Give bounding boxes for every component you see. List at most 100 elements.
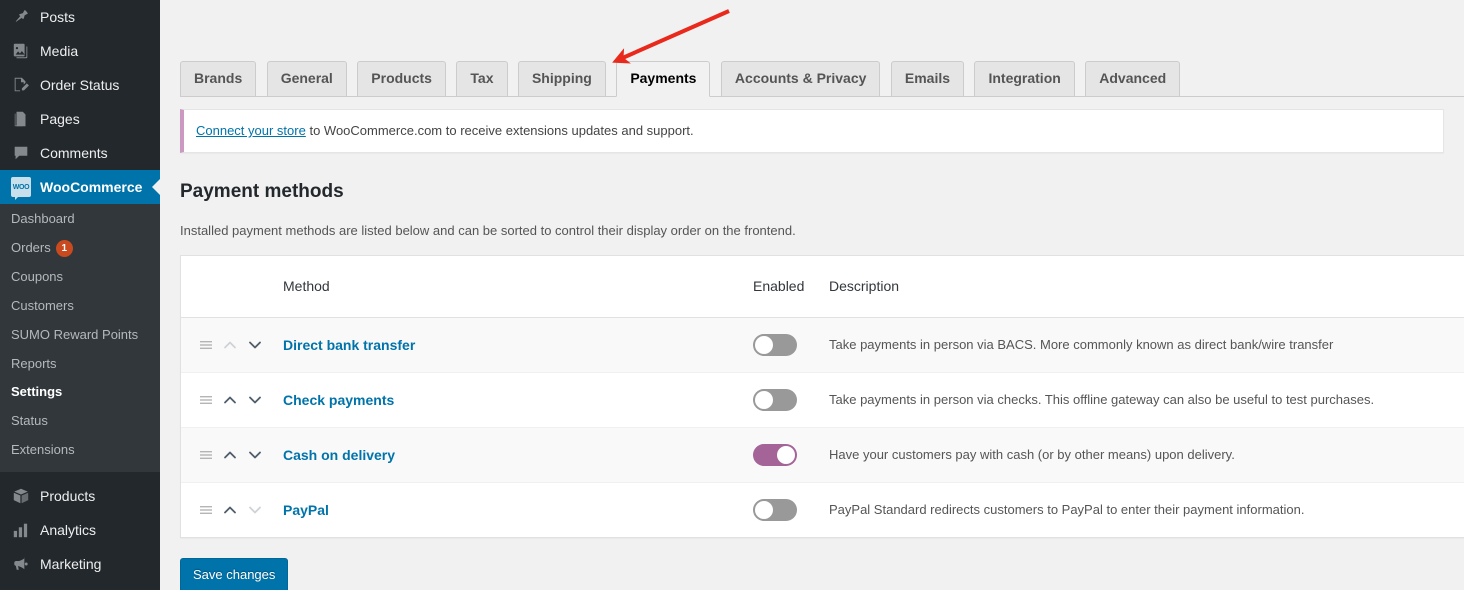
- row-method-cell: Check payments: [273, 372, 743, 428]
- enable-toggle[interactable]: [753, 333, 797, 356]
- sidebar-item-marketing[interactable]: Marketing: [0, 547, 160, 581]
- sidebar-subitem-extensions[interactable]: Extensions: [0, 436, 160, 465]
- sidebar-item-analytics[interactable]: Analytics: [0, 513, 160, 547]
- sidebar-subitem-status[interactable]: Status: [0, 407, 160, 436]
- column-header-enabled: Enabled: [743, 255, 819, 318]
- sidebar-subitem-settings[interactable]: Settings: [0, 378, 160, 407]
- megaphone-icon: [11, 554, 31, 574]
- sidebar-item-order-status[interactable]: Order Status: [0, 68, 160, 102]
- row-sort-cell: [181, 427, 273, 483]
- enable-toggle[interactable]: [753, 443, 797, 466]
- pencil-page-icon: [11, 75, 31, 95]
- move-down-icon[interactable]: [247, 392, 263, 408]
- page-title: Payment methods: [180, 180, 344, 202]
- row-enabled-cell: [743, 317, 819, 373]
- orders-count-badge: 1: [55, 239, 73, 257]
- pages-icon: [11, 109, 31, 129]
- sidebar-subitem-label: Reports: [11, 355, 57, 371]
- payment-method-link[interactable]: PayPal: [283, 502, 329, 518]
- comment-icon: [11, 143, 31, 163]
- sidebar-item-label: Marketing: [40, 556, 102, 573]
- sidebar-subitem-customers[interactable]: Customers: [0, 292, 160, 321]
- move-up-icon[interactable]: [222, 392, 238, 408]
- bar-chart-icon: [11, 520, 31, 540]
- table-header-row: Method Enabled Description: [181, 255, 1464, 318]
- table-row: Direct bank transfer Take payments in pe…: [181, 317, 1464, 373]
- sidebar-subitem-dashboard[interactable]: Dashboard: [0, 205, 160, 234]
- tab-integration[interactable]: Integration: [974, 61, 1075, 96]
- move-down-icon[interactable]: [247, 447, 263, 463]
- row-enabled-cell: [743, 427, 819, 483]
- move-down-icon[interactable]: [247, 502, 263, 518]
- tab-payments[interactable]: Payments: [616, 61, 711, 97]
- woocommerce-submenu: Dashboard Orders 1 Coupons Customers SUMO…: [0, 204, 160, 473]
- sidebar-item-media[interactable]: Media: [0, 34, 160, 68]
- row-sort-cell: [181, 482, 273, 537]
- payment-method-link[interactable]: Check payments: [283, 392, 394, 408]
- sidebar-item-label: Pages: [40, 111, 80, 127]
- sidebar-item-pages[interactable]: Pages: [0, 102, 160, 136]
- move-up-icon[interactable]: [222, 337, 238, 353]
- row-enabled-cell: [743, 372, 819, 428]
- sidebar-item-label: WooCommerce: [40, 179, 143, 195]
- sidebar-item-products[interactable]: Products: [0, 479, 160, 513]
- menu-pointer-arrow: [152, 179, 160, 195]
- payment-method-link[interactable]: Cash on delivery: [283, 447, 395, 463]
- connect-your-store-link[interactable]: Connect your store: [196, 123, 306, 138]
- tab-brands[interactable]: Brands: [180, 61, 257, 96]
- sidebar-item-comments[interactable]: Comments: [0, 136, 160, 170]
- sidebar-subitem-coupons[interactable]: Coupons: [0, 263, 160, 292]
- tab-general[interactable]: General: [266, 61, 347, 96]
- page-description: Installed payment methods are listed bel…: [180, 223, 796, 239]
- sidebar-subitem-label: Extensions: [11, 442, 75, 458]
- tab-accounts-privacy[interactable]: Accounts & Privacy: [720, 61, 881, 96]
- table-row: Cash on delivery Have your customers pay…: [181, 427, 1464, 483]
- sidebar-subitem-label: Orders: [11, 239, 51, 255]
- drag-handle-icon[interactable]: [199, 393, 213, 407]
- tab-products[interactable]: Products: [357, 61, 446, 96]
- sidebar-item-label: Posts: [40, 9, 76, 25]
- sidebar-item-label: Comments: [40, 145, 108, 161]
- row-sort-cell: [181, 317, 273, 373]
- payment-methods-table: Method Enabled Description Direct bank t…: [181, 255, 1464, 537]
- submit-row: Save changes: [180, 557, 1464, 590]
- sidebar-subitem-label: SUMO Reward Points: [11, 326, 139, 342]
- payment-method-link[interactable]: Direct bank transfer: [283, 337, 415, 353]
- tab-shipping[interactable]: Shipping: [517, 61, 606, 96]
- payment-gateways-panel: Method Enabled Description Direct bank t…: [180, 254, 1464, 538]
- table-body: Direct bank transfer Take payments in pe…: [181, 317, 1464, 537]
- move-down-icon[interactable]: [247, 337, 263, 353]
- settings-tab-bar: Brands General Products Tax Shipping Pay…: [180, 0, 1464, 97]
- row-description-cell: Take payments in person via BACS. More c…: [819, 317, 1464, 373]
- move-up-icon[interactable]: [222, 447, 238, 463]
- row-description-cell: Have your customers pay with cash (or by…: [819, 427, 1464, 483]
- drag-handle-icon[interactable]: [199, 503, 213, 517]
- sidebar-item-woocommerce[interactable]: WOO WooCommerce: [0, 170, 160, 204]
- connect-store-notice: Connect your store to WooCommerce.com to…: [180, 109, 1444, 153]
- content-area: Brands General Products Tax Shipping Pay…: [160, 0, 1464, 590]
- drag-handle-icon[interactable]: [199, 448, 213, 462]
- enable-toggle[interactable]: [753, 498, 797, 521]
- admin-screen: Posts Media Order Status Pages Comments …: [0, 0, 1464, 590]
- row-description-cell: PayPal Standard redirects customers to P…: [829, 501, 1305, 517]
- drag-handle-icon[interactable]: [199, 338, 213, 352]
- tab-emails[interactable]: Emails: [890, 61, 965, 96]
- row-method-cell: Direct bank transfer: [273, 317, 743, 373]
- sidebar-subitem-sumo-reward-points[interactable]: SUMO Reward Points: [0, 321, 160, 350]
- connect-notice-text: to WooCommerce.com to receive extensions…: [305, 123, 694, 138]
- tab-advanced[interactable]: Advanced: [1085, 61, 1181, 96]
- sidebar-item-label: Order Status: [40, 77, 120, 93]
- sidebar-item-posts[interactable]: Posts: [0, 0, 160, 34]
- row-method-cell: PayPal: [273, 482, 743, 537]
- column-header-description: Description: [819, 255, 1464, 318]
- admin-sidebar: Posts Media Order Status Pages Comments …: [0, 0, 160, 590]
- save-changes-button[interactable]: Save changes: [180, 557, 289, 590]
- column-header-method: Method: [273, 255, 743, 318]
- move-up-icon[interactable]: [222, 502, 238, 518]
- pin-icon: [11, 7, 31, 27]
- enable-toggle[interactable]: [753, 388, 797, 411]
- row-sort-cell: [181, 372, 273, 428]
- sidebar-subitem-reports[interactable]: Reports: [0, 350, 160, 379]
- tab-tax[interactable]: Tax: [456, 61, 508, 96]
- sidebar-subitem-orders[interactable]: Orders 1: [0, 234, 160, 263]
